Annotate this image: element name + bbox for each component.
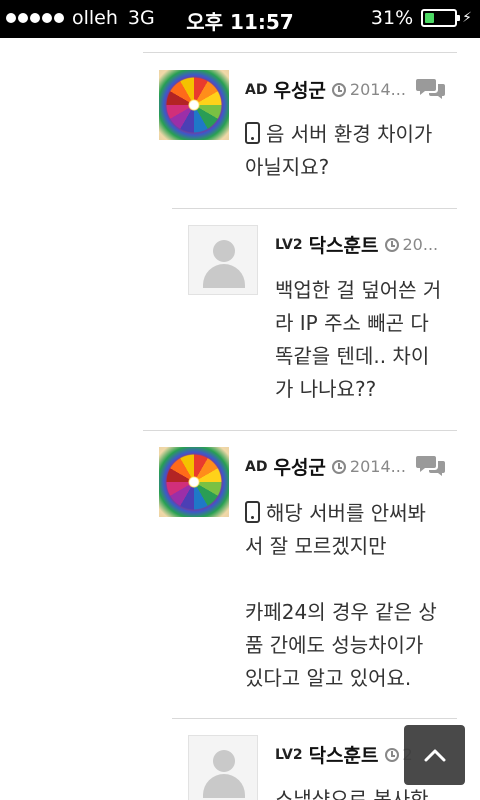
avatar[interactable] [159,70,229,140]
comment-divider [143,52,457,53]
clock-icon [331,82,346,97]
avatar-default[interactable] [188,735,258,800]
clock-icon [384,747,399,762]
comment-line: 카페24의 경우 같은 상 [245,600,437,624]
mobile-phone-icon [245,501,260,523]
comment-meta: LV2 닥스훈트 20... [275,231,438,258]
battery-percent: 31% [370,7,414,29]
clock-icon [384,237,399,252]
comment-date: 20... [384,235,439,254]
comment-line: 아닐지요? [245,155,330,179]
comment-line: 품 간에도 성능차이가 [245,633,424,657]
charging-icon: ⚡ [462,10,472,26]
battery-icon [421,9,461,27]
comment-body: 백업한 걸 덮어쓴 거 라 IP 주소 빼곤 다 똑같을 텐데.. 차이 가 나… [275,274,455,406]
user-level-badge: AD [245,458,268,475]
comment-line: 해당 서버를 안써봐 [266,501,426,525]
comment-date: 2014... [331,80,406,99]
comment-line: 스냅샷으로 복사한 [275,787,429,800]
status-bar: olleh 3G 오후 11:57 31% ⚡ [0,0,480,38]
comment-body: 스냅샷으로 복사한 [275,783,455,800]
comment-author[interactable]: 우성군 [273,453,325,480]
comment-line: 음 서버 환경 차이가 [266,122,433,146]
comment-date-text: 2014... [349,457,406,476]
user-level-badge: LV2 [275,236,303,253]
comment-date-text: 2014... [349,80,406,99]
comment-line: 라 IP 주소 빼곤 다 [275,311,429,335]
chevron-up-icon [424,749,445,762]
avatar[interactable] [159,447,229,517]
comment-author[interactable]: 닥스훈트 [309,231,379,258]
comment-line: 백업한 걸 덮어쓴 거 [275,278,442,302]
comment-date: 2014... [331,457,406,476]
comment-line: 서 잘 모르겠지만 [245,534,387,558]
user-level-badge: LV2 [275,746,303,763]
comments-icon[interactable] [416,76,446,100]
comment-line: 가 나나요?? [275,377,377,401]
comment-divider [172,208,457,209]
comment-line: 있다고 알고 있어요. [245,666,412,690]
clock-icon [331,459,346,474]
comment-author[interactable]: 닥스훈트 [309,741,379,768]
comment-divider [143,430,457,431]
user-level-badge: AD [245,81,268,98]
avatar-default[interactable] [188,225,258,295]
comments-icon[interactable] [416,453,446,477]
comment-meta: AD 우성군 2014... [245,453,406,480]
mobile-phone-icon [245,122,260,144]
comment-line: 똑같을 텐데.. 차이 [275,344,430,368]
comment-body: 해당 서버를 안써봐 서 잘 모르겠지만 카페24의 경우 같은 상 품 간에도… [245,497,455,695]
comment-divider [172,718,457,719]
comment-date-text: 20... [402,235,439,254]
comment-body: 음 서버 환경 차이가 아닐지요? [245,118,455,184]
scroll-to-top-button[interactable] [404,725,465,785]
comment-line-blank [245,563,455,596]
comment-author[interactable]: 우성군 [273,76,325,103]
comment-meta: LV2 닥스훈트 2 [275,741,413,768]
comment-meta: AD 우성군 2014... [245,76,406,103]
